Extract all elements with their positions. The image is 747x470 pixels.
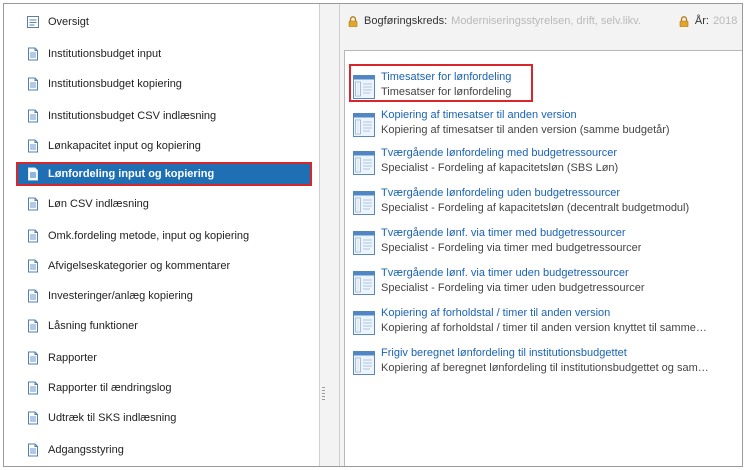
sidebar-item[interactable]: Rapporter til ændringslog bbox=[16, 376, 312, 400]
function-description: Timesatser for lønfordeling bbox=[381, 86, 512, 98]
form-icon[interactable] bbox=[353, 351, 375, 375]
context-bar: Bogføringskreds: Moderniseringsstyrelsen… bbox=[340, 4, 742, 38]
form-icon[interactable] bbox=[353, 231, 375, 255]
form-icon[interactable] bbox=[353, 151, 375, 175]
lock-icon bbox=[679, 15, 689, 27]
sidebar-item[interactable]: Oversigt bbox=[16, 10, 312, 34]
function-description: Kopiering af forholdstal / timer til and… bbox=[381, 322, 707, 334]
function-description: Kopiering af beregnet lønfordeling til i… bbox=[381, 362, 709, 374]
document-icon bbox=[26, 47, 40, 61]
function-entry: Tværgående lønfordeling med budgetressou… bbox=[353, 143, 742, 181]
sidebar-item[interactable]: Løn CSV indlæsning bbox=[16, 192, 312, 216]
sidebar-item[interactable]: Institutionsbudget CSV indlæsning bbox=[16, 104, 312, 128]
document-icon bbox=[26, 109, 40, 123]
form-icon[interactable] bbox=[353, 191, 375, 215]
function-entry: Tværgående lønf. via timer med budgetres… bbox=[353, 223, 742, 261]
function-description: Specialist - Fordeling via timer uden bu… bbox=[381, 282, 645, 294]
function-link[interactable]: Frigiv beregnet lønfordeling til institu… bbox=[381, 346, 709, 361]
form-icon[interactable] bbox=[353, 113, 375, 137]
document-icon bbox=[26, 77, 40, 91]
form-icon[interactable] bbox=[353, 75, 375, 99]
function-entry-text: Kopiering af timesatser til anden versio… bbox=[381, 105, 670, 138]
sidebar-item-label: Afvigelseskategorier og kommentarer bbox=[48, 260, 231, 272]
document-icon bbox=[26, 381, 40, 395]
function-description: Specialist - Fordeling af kapacitetsløn … bbox=[381, 202, 690, 214]
function-entry-text: Tværgående lønf. via timer uden budgetre… bbox=[381, 263, 645, 296]
function-description: Specialist - Fordeling via timer med bud… bbox=[381, 242, 642, 254]
function-list-panel: Timesatser for lønfordeling Timesatser fo… bbox=[344, 50, 742, 466]
sidebar-nav: Oversigt Institutionsbudget input Institut… bbox=[4, 4, 320, 466]
sidebar-item-label: Adgangsstyring bbox=[48, 444, 124, 456]
sidebar-item[interactable]: Lønkapacitet input og kopiering bbox=[16, 134, 312, 158]
sidebar-item-label: Rapporter bbox=[48, 352, 97, 364]
document-icon bbox=[26, 319, 40, 333]
app-window: Oversigt Institutionsbudget input Institut… bbox=[3, 3, 743, 467]
function-entry-text: Tværgående lønf. via timer med budgetres… bbox=[381, 223, 641, 256]
bogforingskreds-value: Moderniseringsstyrelsen, drift, selv.lik… bbox=[451, 15, 641, 27]
document-icon bbox=[26, 139, 40, 153]
function-entry: Tværgående lønfordeling uden budgetresso… bbox=[353, 183, 742, 221]
main-content: Bogføringskreds: Moderniseringsstyrelsen… bbox=[340, 4, 742, 466]
sidebar-item-label: Institutionsbudget CSV indlæsning bbox=[48, 110, 217, 122]
sidebar-item[interactable]: Låsning funktioner bbox=[16, 314, 312, 338]
sidebar-item-label: Institutionsbudget input bbox=[48, 48, 162, 60]
lock-icon bbox=[348, 15, 358, 27]
function-link[interactable]: Kopiering af timesatser til anden versio… bbox=[381, 108, 670, 123]
function-entry: Frigiv beregnet lønfordeling til institu… bbox=[353, 343, 742, 381]
aar-value: 2018 bbox=[712, 15, 738, 27]
function-link[interactable]: Tværgående lønf. via timer uden budgetre… bbox=[381, 266, 645, 281]
function-entry: Tværgående lønf. via timer uden budgetre… bbox=[353, 263, 742, 301]
sidebar-item-label: Oversigt bbox=[48, 16, 89, 28]
sidebar-item-label: Udtræk til SKS indlæsning bbox=[48, 412, 177, 424]
function-entry-text: Tværgående lønfordeling med budgetressou… bbox=[381, 143, 618, 176]
sidebar-item[interactable]: Lønfordeling input og kopiering bbox=[16, 162, 312, 186]
sidebar-item[interactable]: Adgangsstyring bbox=[16, 438, 312, 462]
function-link[interactable]: Tværgående lønf. via timer med budgetres… bbox=[381, 226, 641, 241]
sidebar-item[interactable]: Institutionsbudget kopiering bbox=[16, 72, 312, 96]
sidebar-item-label: Rapporter til ændringslog bbox=[48, 382, 172, 394]
function-description: Specialist - Fordeling af kapacitetsløn … bbox=[381, 162, 619, 174]
sidebar-item-label: Lønfordeling input og kopiering bbox=[48, 168, 215, 180]
splitter-grip[interactable] bbox=[322, 387, 325, 401]
document-icon bbox=[26, 351, 40, 365]
aar-label: År: bbox=[694, 15, 709, 27]
document-icon bbox=[26, 443, 40, 457]
document-icon bbox=[26, 167, 40, 181]
sidebar-item[interactable]: Institutionsbudget input bbox=[16, 42, 312, 66]
document-icon bbox=[26, 197, 40, 211]
sidebar-item-label: Løn CSV indlæsning bbox=[48, 198, 149, 210]
sidebar-item[interactable]: Omk.fordeling metode, input og kopiering bbox=[16, 224, 312, 248]
sidebar-item-label: Omk.fordeling metode, input og kopiering bbox=[48, 230, 250, 242]
bogforingskreds-label: Bogføringskreds: bbox=[364, 15, 448, 27]
document-icon bbox=[26, 289, 40, 303]
sidebar-item-label: Låsning funktioner bbox=[48, 320, 138, 332]
sidebar-item[interactable]: Udtræk til SKS indlæsning bbox=[16, 406, 312, 430]
function-entry-text: Timesatser for lønfordeling Timesatser fo… bbox=[381, 67, 511, 100]
function-entry-text: Frigiv beregnet lønfordeling til institu… bbox=[381, 343, 709, 376]
function-link[interactable]: Tværgående lønfordeling med budgetressou… bbox=[381, 146, 618, 161]
function-entry: Kopiering af timesatser til anden versio… bbox=[353, 105, 742, 143]
document-icon bbox=[26, 411, 40, 425]
form-icon[interactable] bbox=[353, 271, 375, 295]
form-icon[interactable] bbox=[353, 311, 375, 335]
function-description: Kopiering af timesatser til anden versio… bbox=[381, 124, 670, 136]
function-link[interactable]: Kopiering af forholdstal / timer til and… bbox=[381, 306, 707, 321]
sidebar-item-label: Lønkapacitet input og kopiering bbox=[48, 140, 201, 152]
sidebar-item-label: Institutionsbudget kopiering bbox=[48, 78, 182, 90]
document-icon bbox=[26, 259, 40, 273]
sidebar-item[interactable]: Rapporter bbox=[16, 346, 312, 370]
function-link[interactable]: Tværgående lønfordeling uden budgetresso… bbox=[381, 186, 689, 201]
sidebar-item[interactable]: Investeringer/anlæg kopiering bbox=[16, 284, 312, 308]
function-entry-text: Kopiering af forholdstal / timer til and… bbox=[381, 303, 707, 336]
overview-icon bbox=[26, 15, 40, 29]
document-icon bbox=[26, 229, 40, 243]
function-entry: Timesatser for lønfordeling Timesatser fo… bbox=[353, 67, 742, 105]
function-entry-text: Tværgående lønfordeling uden budgetresso… bbox=[381, 183, 689, 216]
sidebar-item[interactable]: Afvigelseskategorier og kommentarer bbox=[16, 254, 312, 278]
pane-splitter[interactable] bbox=[320, 4, 340, 466]
function-entry: Kopiering af forholdstal / timer til and… bbox=[353, 303, 742, 341]
function-link[interactable]: Timesatser for lønfordeling bbox=[381, 70, 511, 85]
sidebar-item-label: Investeringer/anlæg kopiering bbox=[48, 290, 193, 302]
